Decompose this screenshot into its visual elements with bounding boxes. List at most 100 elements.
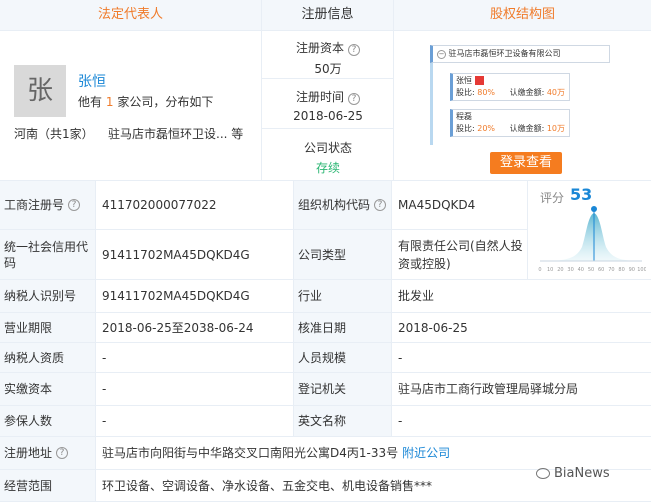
company-count: 1: [105, 95, 114, 109]
row-value: -: [398, 350, 403, 365]
help-icon[interactable]: ?: [348, 93, 360, 105]
equity-header: 股权结构图: [394, 0, 651, 31]
status-label: 公司状态: [303, 141, 352, 155]
login-view-button[interactable]: 登录查看: [490, 152, 562, 174]
row-label: 纳税人识别号: [4, 289, 77, 303]
holder-node[interactable]: 程磊 股比: 20% 认缴金额: 10万: [450, 109, 570, 137]
row-value: 91411702MA45DQKD4G: [102, 247, 250, 262]
help-icon[interactable]: ?: [348, 44, 360, 56]
equity-company-name: 驻马店市磊恒环卫设备有限公司: [448, 49, 561, 58]
row-label: 人员规模: [298, 350, 347, 365]
company-link-row: 驻马店市磊恒环卫设... 等: [108, 127, 244, 141]
score-tick-label: 50: [588, 267, 594, 273]
row-label: 营业期限: [4, 320, 53, 335]
row-label-cell: 公司类型: [294, 230, 392, 280]
help-icon[interactable]: ?: [68, 199, 81, 211]
collapse-icon[interactable]: −: [437, 50, 446, 59]
status-value: 存续: [315, 161, 340, 175]
score-tick-label: 10: [547, 267, 553, 273]
score-tick-label: 80: [618, 267, 624, 273]
equity-panel: − 驻马店市磊恒环卫设备有限公司 张恒 股比: 80% 认缴金额: 40万 程磊…: [394, 31, 651, 181]
capital-value: 50万: [314, 62, 342, 76]
row-value-cell: 91411702MA45DQKD4G: [96, 230, 294, 280]
score-ticks: 0 10 20 30 40 50 60 70 80 90 100: [538, 267, 646, 273]
legal-rep-name[interactable]: 张恒: [78, 71, 106, 91]
score-tick-label: 90: [629, 267, 635, 273]
row-value: 2018-06-25至2038-06-24: [102, 320, 254, 335]
row-label-cell: 核准日期: [294, 313, 392, 343]
equity-company-node[interactable]: − 驻马店市磊恒环卫设备有限公司: [430, 45, 610, 63]
capital-label: 注册资本: [295, 41, 344, 55]
reg-date-label: 注册时间: [295, 90, 344, 104]
holder-name: 张恒: [456, 76, 472, 85]
holder-ratio: 20%: [477, 124, 496, 133]
score-tick-label: 0: [538, 267, 541, 273]
row-value-cell: 有限责任公司(自然人投资或控股): [392, 230, 528, 280]
row-label: 行业: [298, 289, 323, 303]
row-label-cell: 人员规模: [294, 343, 392, 373]
holder-ratio: 80%: [477, 88, 496, 97]
score-tick-label: 30: [567, 267, 573, 273]
score-value: 53: [570, 185, 593, 204]
row-value: 2018-06-25: [398, 320, 468, 335]
row-value: 驻马店市工商行政管理局驿城分局: [398, 382, 579, 396]
row-label-cell: 纳税人识别号: [0, 280, 96, 313]
row-value-cell: -: [392, 406, 651, 437]
score-tick-label: 70: [608, 267, 614, 273]
reg-info-panel: 注册资本? 50万 注册时间? 2018-06-25 公司状态 存续: [262, 31, 394, 181]
help-icon[interactable]: ?: [374, 199, 387, 211]
row-label-cell: 英文名称: [294, 406, 392, 437]
row-value: -: [102, 414, 107, 428]
row-label-cell: 实缴资本: [0, 373, 96, 406]
wechat-icon: [536, 468, 550, 479]
legal-rep-panel: 张 张恒 他有 1 家公司，分布如下 河南（共1家） 驻马店市磊恒环卫设... …: [0, 31, 262, 181]
row-value: 有限责任公司(自然人投资或控股): [398, 238, 523, 271]
holder-amount: 40万: [546, 88, 566, 97]
person-icon: [474, 76, 484, 85]
row-value-cell: 411702000077022: [96, 181, 294, 230]
holder-node[interactable]: 张恒 股比: 80% 认缴金额: 40万: [450, 73, 570, 101]
score-tick-label: 40: [578, 267, 584, 273]
row-label: 公司类型: [298, 247, 347, 262]
scope-label-cell: 经营范围: [0, 470, 96, 502]
score-tick-label: 60: [598, 267, 604, 273]
watermark: BiaNews: [536, 466, 610, 481]
row-value-cell: -: [392, 343, 651, 373]
reg-date-value: 2018-06-25: [293, 109, 363, 123]
address-value: 驻马店市向阳街与中华路交叉口南阳光公寓D4丙1-33号: [102, 446, 399, 460]
reg-info-header: 注册信息: [262, 0, 394, 31]
address-label: 注册地址: [4, 446, 53, 460]
row-value-cell: 91411702MA45DQKD4G: [96, 280, 294, 313]
avatar: 张: [14, 65, 66, 117]
row-label: 参保人数: [4, 414, 53, 428]
row-value-cell: 批发业: [392, 280, 651, 313]
row-label-cell: 参保人数: [0, 406, 96, 437]
row-value: 411702000077022: [102, 198, 217, 212]
row-label-cell: 工商注册号?: [0, 181, 96, 230]
row-label: 统一社会信用代码: [4, 239, 89, 270]
row-label: 实缴资本: [4, 382, 53, 396]
row-value-cell: -: [96, 373, 294, 406]
row-value-cell: -: [96, 343, 294, 373]
company-link[interactable]: 驻马店市磊恒环卫设...: [108, 127, 227, 141]
row-value-cell: 2018-06-25至2038-06-24: [96, 313, 294, 343]
row-label: 组织机构代码: [298, 198, 371, 212]
row-value: 91411702MA45DQKD4G: [102, 289, 250, 303]
row-label-cell: 纳税人资质: [0, 343, 96, 373]
row-label-cell: 组织机构代码?: [294, 181, 392, 230]
row-value: 批发业: [398, 289, 435, 303]
row-label-cell: 登记机关: [294, 373, 392, 406]
row-value-cell: 驻马店市工商行政管理局驿城分局: [392, 373, 651, 406]
row-value: -: [102, 350, 107, 365]
row-label: 纳税人资质: [4, 350, 65, 365]
row-value-cell: -: [96, 406, 294, 437]
row-value-cell: MA45DQKD4: [392, 181, 528, 230]
row-label-cell: 营业期限: [0, 313, 96, 343]
help-icon[interactable]: ?: [56, 447, 69, 459]
holder-name: 程磊: [456, 112, 472, 121]
holder-amount: 10万: [546, 124, 566, 133]
row-label: 登记机关: [298, 382, 347, 396]
score-tick-label: 100: [637, 267, 646, 273]
address-label-cell: 注册地址?: [0, 437, 96, 470]
nearby-companies-link[interactable]: 附近公司: [402, 444, 450, 462]
